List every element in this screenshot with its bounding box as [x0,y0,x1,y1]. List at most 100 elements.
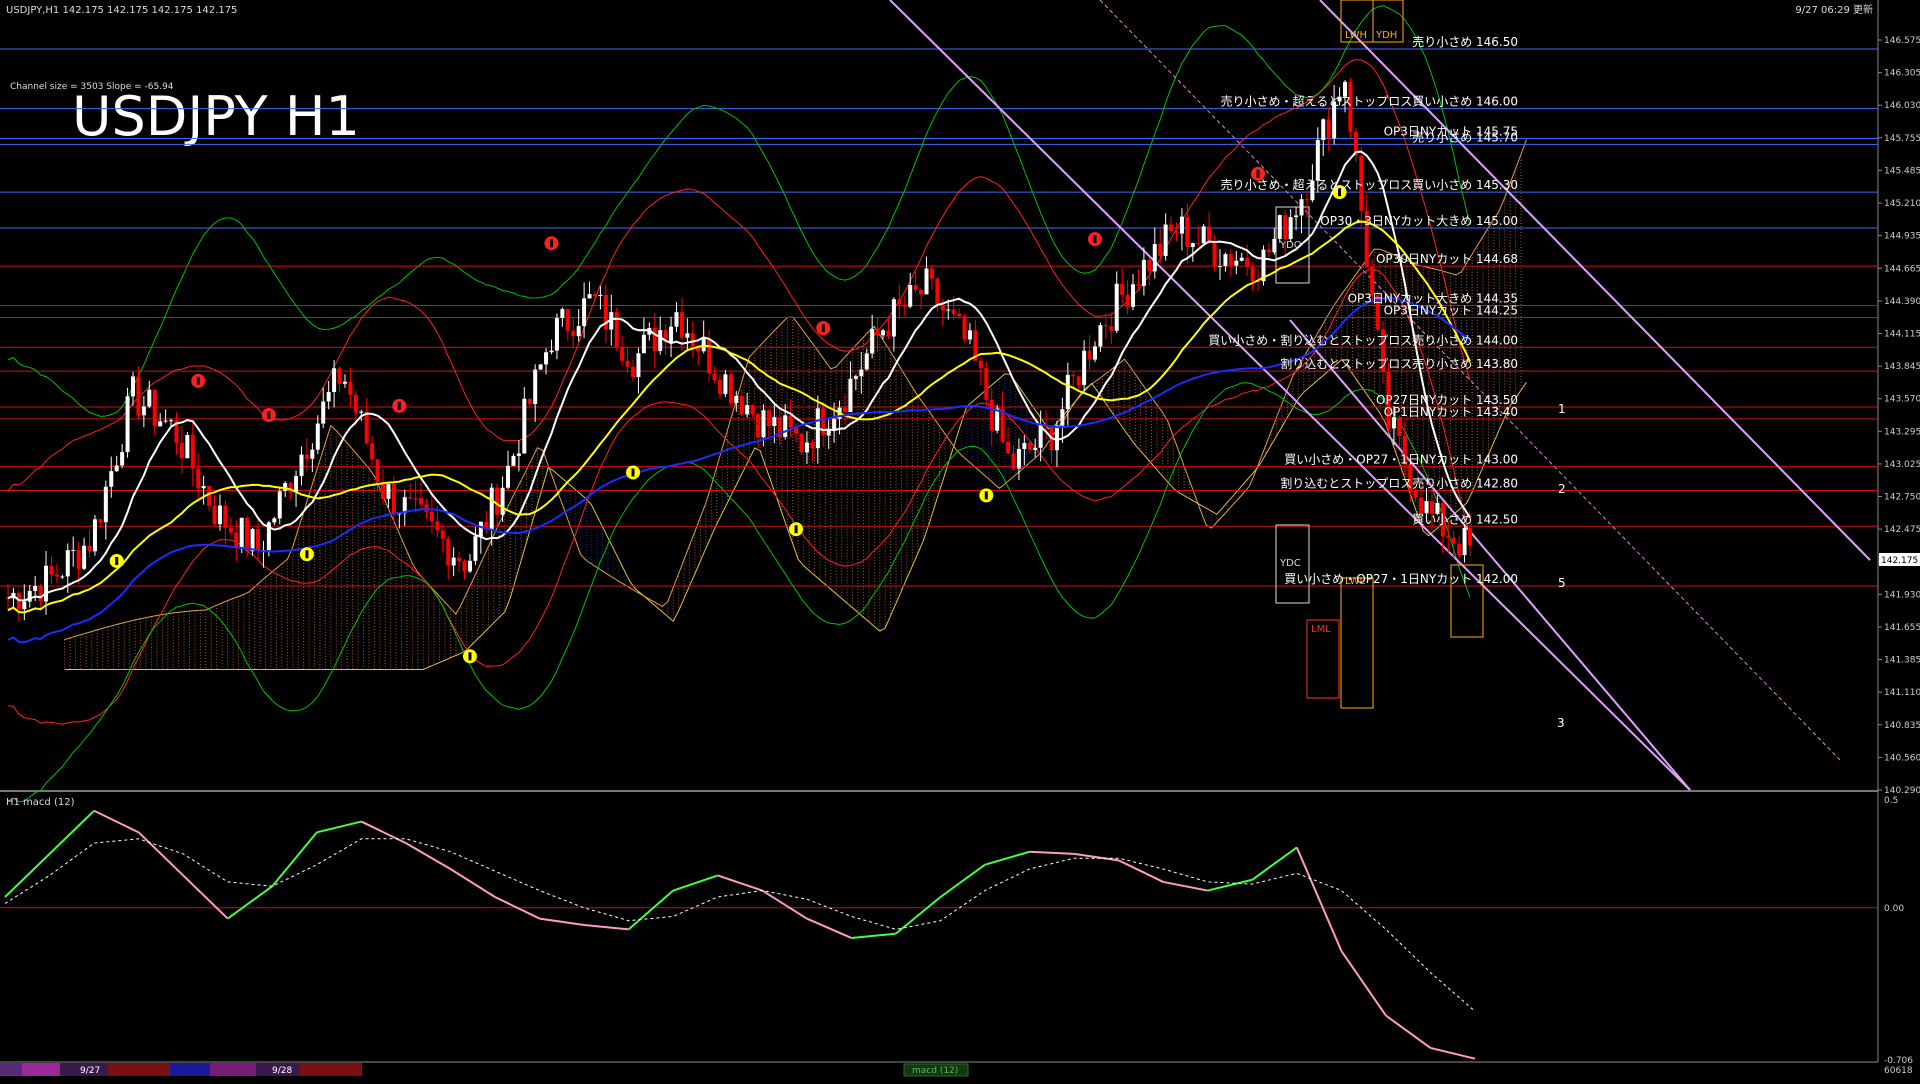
candle-body[interactable] [924,268,929,295]
candle-body[interactable] [1054,425,1059,451]
candle-body[interactable] [1266,249,1271,253]
candle-body[interactable] [256,528,261,551]
candle-body[interactable] [381,482,386,499]
candle-body[interactable] [353,394,358,413]
candle-body[interactable] [1250,266,1255,282]
candle-body[interactable] [391,484,396,515]
candle-body[interactable] [511,455,516,466]
candle-body[interactable] [136,376,141,416]
candle-body[interactable] [1131,284,1136,307]
candle-body[interactable] [897,299,902,305]
candle-body[interactable] [1326,119,1331,139]
candle-body[interactable] [1120,283,1125,295]
candle-body[interactable] [49,565,54,575]
candle-body[interactable] [1071,374,1076,377]
candle-body[interactable] [669,326,674,343]
candle-body[interactable] [109,471,114,487]
candle-body[interactable] [1321,119,1326,141]
candle-body[interactable] [1027,442,1032,451]
candle-body[interactable] [750,405,755,415]
candle-body[interactable] [1245,257,1250,267]
candle-body[interactable] [1397,417,1402,436]
candle-body[interactable] [1136,284,1141,286]
candle-body[interactable] [549,350,554,353]
candle-body[interactable] [310,449,315,459]
candle-body[interactable] [1076,376,1081,385]
candle-body[interactable] [565,309,570,331]
candle-body[interactable] [1022,442,1027,449]
candle-body[interactable] [185,435,190,459]
candle-body[interactable] [810,442,815,449]
candle-body[interactable] [326,392,331,402]
candle-body[interactable] [712,373,717,381]
candle-body[interactable] [190,435,195,469]
candle-body[interactable] [1212,243,1217,267]
candle-body[interactable] [1196,243,1201,245]
candle-body[interactable] [348,381,353,395]
candle-body[interactable] [44,565,49,602]
candle-body[interactable] [179,442,184,459]
candle-body[interactable] [245,517,250,552]
candle-body[interactable] [332,368,337,393]
candle-body[interactable] [614,312,619,348]
candle-body[interactable] [272,518,277,523]
candle-body[interactable] [946,309,951,311]
candle-body[interactable] [495,487,500,515]
candle-body[interactable] [685,333,690,338]
candle-body[interactable] [147,389,152,407]
candle-body[interactable] [131,376,136,397]
candle-body[interactable] [1391,417,1396,429]
candle-body[interactable] [848,378,853,413]
candle-body[interactable] [478,521,483,537]
candle-body[interactable] [652,328,657,351]
candle-body[interactable] [370,443,375,460]
candle-body[interactable] [1087,350,1092,360]
candle-body[interactable] [1462,527,1467,556]
candle-body[interactable] [1016,448,1021,469]
candle-body[interactable] [71,549,76,551]
candle-body[interactable] [967,330,972,340]
candle-body[interactable] [723,374,728,395]
candle-body[interactable] [826,429,831,436]
candle-body[interactable] [1082,350,1087,385]
candle-body[interactable] [745,405,750,415]
candle-body[interactable] [881,330,886,336]
candle-body[interactable] [571,330,576,337]
candle-body[interactable] [1098,325,1103,347]
candle-body[interactable] [739,395,744,415]
candle-body[interactable] [631,366,636,378]
candle-body[interactable] [1190,243,1195,247]
candle-body[interactable] [446,538,451,566]
candle-body[interactable] [919,289,924,295]
candle-body[interactable] [158,421,163,427]
candle-body[interactable] [169,420,174,422]
candle-body[interactable] [321,401,326,424]
candle-body[interactable] [489,487,494,529]
candle-body[interactable] [440,530,445,539]
candle-body[interactable] [929,268,934,279]
candle-body[interactable] [679,312,684,338]
candle-body[interactable] [337,368,342,384]
candle-body[interactable] [201,485,206,489]
candle-body[interactable] [277,491,282,519]
candle-body[interactable] [217,505,222,525]
candle-body[interactable] [424,504,429,512]
candle-body[interactable] [196,468,201,489]
candle-body[interactable] [1239,257,1244,261]
candle-body[interactable] [1103,325,1108,327]
candle-body[interactable] [516,453,521,456]
candle-body[interactable] [625,360,630,367]
candle-body[interactable] [544,352,549,365]
candle-body[interactable] [804,442,809,453]
candle-body[interactable] [1294,215,1299,218]
candle-body[interactable] [1413,490,1418,498]
candle-body[interactable] [538,364,543,370]
candle-body[interactable] [223,505,228,528]
candle-body[interactable] [506,465,511,488]
candle-body[interactable] [1065,374,1070,410]
candle-body[interactable] [239,517,244,549]
candle-body[interactable] [1304,199,1309,201]
candle-body[interactable] [641,334,646,354]
candle-body[interactable] [120,452,125,466]
candle-body[interactable] [294,476,299,493]
